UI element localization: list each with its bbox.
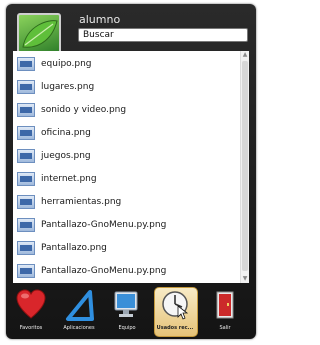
file-label: lugares.png xyxy=(41,82,95,92)
file-label: internet.png xyxy=(41,174,97,184)
category-dock: Favoritos Aplicaciones Equipo Usados rec… xyxy=(6,287,256,339)
monitor-icon xyxy=(114,291,138,317)
image-file-icon xyxy=(17,264,35,278)
file-label: juegos.png xyxy=(41,151,91,161)
image-file-icon xyxy=(17,80,35,94)
recent-label: Usados rec... xyxy=(156,325,194,331)
logout-button[interactable]: Salir xyxy=(202,287,248,337)
favorites-label: Favoritos xyxy=(19,325,43,331)
gnomenu-window: alumno equipo.png lugares.png sonido y v… xyxy=(6,4,256,339)
list-item[interactable]: sonido y video.png xyxy=(13,99,239,121)
list-item[interactable]: internet.png xyxy=(13,168,239,190)
list-item[interactable]: juegos.png xyxy=(13,145,239,167)
computer-label: Equipo xyxy=(118,325,136,331)
image-file-icon xyxy=(17,195,35,209)
list-item[interactable]: herramientas.png xyxy=(13,191,239,213)
search-input[interactable] xyxy=(78,28,248,42)
file-label: oficina.png xyxy=(41,128,91,138)
image-file-icon xyxy=(17,126,35,140)
file-label: Pantallazo.png xyxy=(41,243,107,253)
favorites-button[interactable]: Favoritos xyxy=(8,287,54,337)
applications-label: Aplicaciones xyxy=(63,325,95,331)
list-item[interactable]: Pantallazo-GnoMenu.py.png xyxy=(13,214,239,236)
file-label: sonido y video.png xyxy=(41,105,127,115)
list-item[interactable]: Pantallazo.png xyxy=(13,237,239,259)
recent-files-list: equipo.png lugares.png sonido y video.pn… xyxy=(13,51,249,283)
image-file-icon xyxy=(17,172,35,186)
list-item[interactable]: oficina.png xyxy=(13,122,239,144)
clock-icon xyxy=(162,291,189,320)
file-label: herramientas.png xyxy=(41,197,122,207)
exit-door-icon xyxy=(216,291,234,319)
list-scrollbar[interactable]: ▲ ▼ xyxy=(240,51,249,283)
scroll-down-icon[interactable]: ▼ xyxy=(241,275,249,283)
list-item[interactable]: Pantallazo-GnoMenu.py.png xyxy=(13,260,239,282)
image-file-icon xyxy=(17,103,35,117)
file-label: equipo.png xyxy=(41,59,92,69)
applications-button[interactable]: Aplicaciones xyxy=(56,287,102,337)
leaf-icon xyxy=(22,20,58,48)
username-label: alumno xyxy=(79,13,121,26)
scroll-thumb[interactable] xyxy=(242,61,248,271)
recent-button[interactable]: Usados rec... xyxy=(152,287,198,337)
image-file-icon xyxy=(17,218,35,232)
logout-label: Salir xyxy=(219,325,231,331)
file-label: Pantallazo-GnoMenu.py.png xyxy=(41,220,167,230)
image-file-icon xyxy=(17,149,35,163)
heart-icon xyxy=(16,289,46,319)
list-item[interactable]: equipo.png xyxy=(13,53,239,75)
computer-button[interactable]: Equipo xyxy=(104,287,150,337)
list-item[interactable]: lugares.png xyxy=(13,76,239,98)
image-file-icon xyxy=(17,241,35,255)
user-avatar[interactable] xyxy=(17,13,61,54)
triangle-icon xyxy=(66,290,94,321)
file-label: Pantallazo-GnoMenu.py.png xyxy=(41,266,167,276)
scroll-up-icon[interactable]: ▲ xyxy=(241,51,249,59)
image-file-icon xyxy=(17,57,35,71)
